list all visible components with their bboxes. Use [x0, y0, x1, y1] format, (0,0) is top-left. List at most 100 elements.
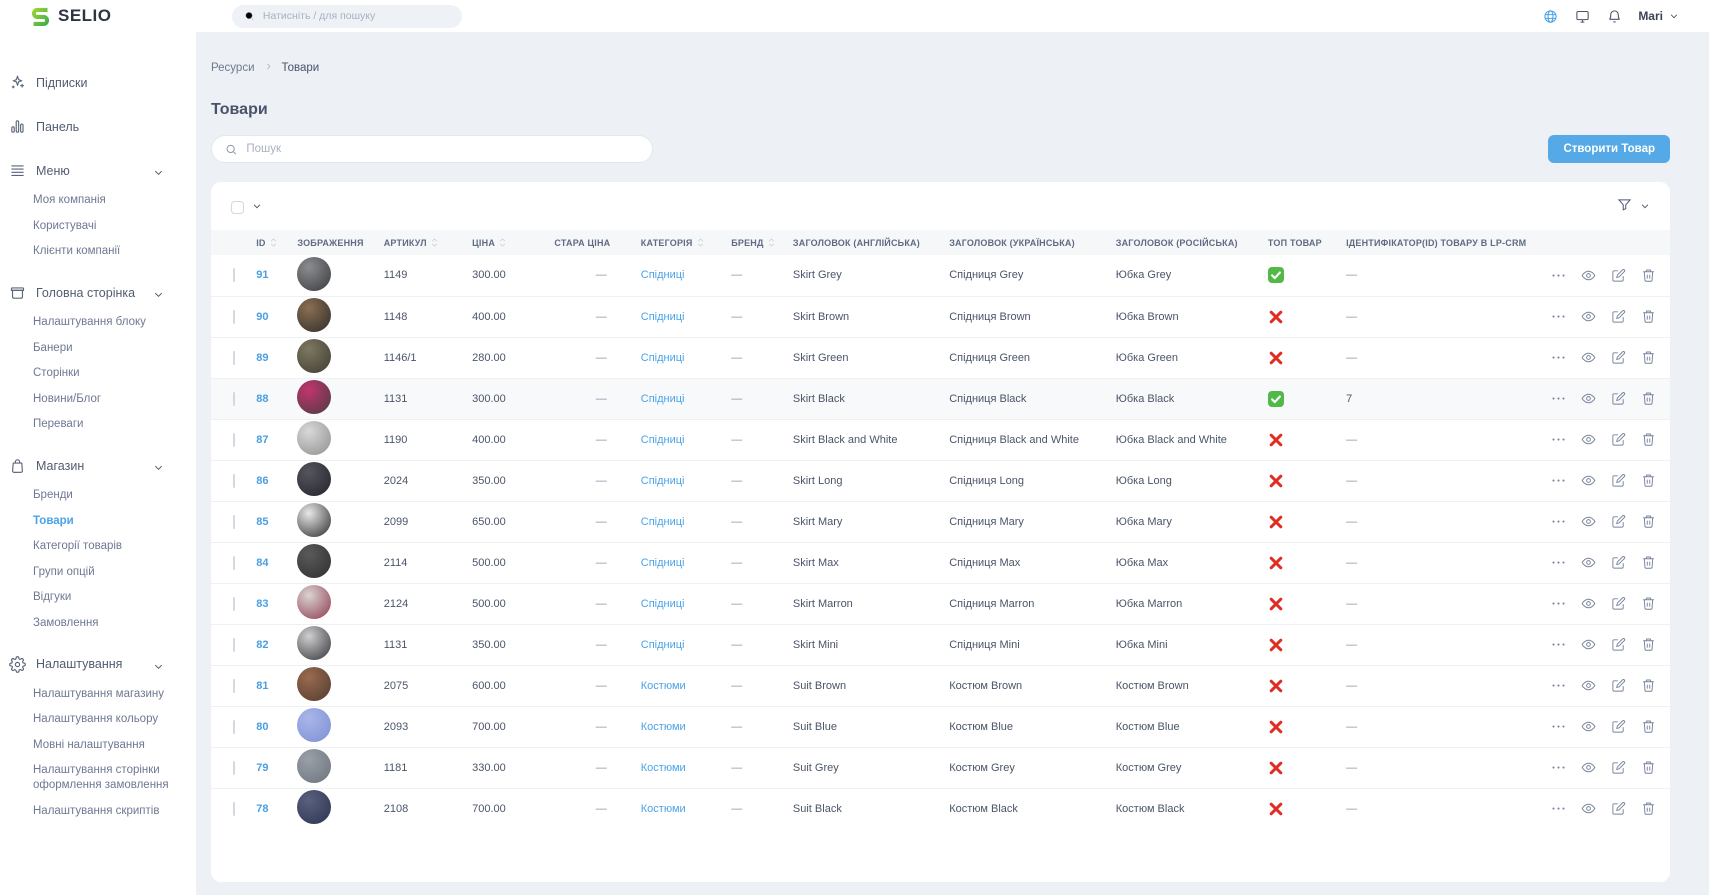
edit-pencil-icon[interactable] — [1610, 760, 1626, 776]
sidebar-subitem-замовлення[interactable]: Замовлення — [33, 616, 176, 631]
more-actions-icon[interactable] — [1550, 637, 1566, 653]
more-actions-icon[interactable] — [1550, 309, 1566, 325]
product-image[interactable] — [297, 585, 331, 619]
sidebar-subitem-товари[interactable]: Товари — [33, 514, 176, 529]
row-checkbox[interactable] — [233, 638, 235, 652]
sidebar-subitem-відгуки[interactable]: Відгуки — [33, 590, 176, 605]
product-category-link[interactable]: Спідниці — [641, 434, 685, 446]
more-actions-icon[interactable] — [1550, 473, 1566, 489]
product-id-link[interactable]: 88 — [256, 393, 268, 405]
filter-funnel-icon[interactable] — [1617, 197, 1632, 217]
sidebar-item-головна-сторінка[interactable]: Головна сторінка — [8, 282, 196, 303]
delete-trash-icon[interactable] — [1640, 514, 1656, 530]
product-id-link[interactable]: 79 — [256, 762, 268, 774]
breadcrumb-resources-link[interactable]: Ресурси — [211, 62, 255, 74]
global-search-input[interactable] — [263, 10, 450, 22]
delete-trash-icon[interactable] — [1640, 473, 1656, 489]
delete-trash-icon[interactable] — [1640, 678, 1656, 694]
product-id-link[interactable]: 87 — [256, 434, 268, 446]
delete-trash-icon[interactable] — [1640, 801, 1656, 817]
product-image[interactable] — [297, 421, 331, 455]
column-header-3[interactable]: АРТИКУЛ — [384, 230, 472, 255]
product-image[interactable] — [297, 339, 331, 373]
delete-trash-icon[interactable] — [1640, 267, 1656, 283]
table-search[interactable] — [211, 135, 653, 163]
product-category-link[interactable]: Спідниці — [641, 269, 685, 281]
view-eye-icon[interactable] — [1580, 678, 1596, 694]
row-checkbox[interactable] — [233, 720, 235, 734]
row-checkbox[interactable] — [233, 761, 235, 775]
product-category-link[interactable]: Спідниці — [641, 598, 685, 610]
product-image[interactable] — [297, 708, 331, 742]
delete-trash-icon[interactable] — [1640, 350, 1656, 366]
edit-pencil-icon[interactable] — [1610, 350, 1626, 366]
sidebar-item-меню[interactable]: Меню — [8, 160, 196, 181]
edit-pencil-icon[interactable] — [1610, 432, 1626, 448]
product-id-link[interactable]: 83 — [256, 598, 268, 610]
product-image[interactable] — [297, 667, 331, 701]
delete-trash-icon[interactable] — [1640, 596, 1656, 612]
product-category-link[interactable]: Спідниці — [641, 393, 685, 405]
sidebar-item-панель[interactable]: Панель — [8, 116, 196, 137]
sidebar-subitem-сторінки[interactable]: Сторінки — [33, 366, 176, 381]
more-actions-icon[interactable] — [1550, 391, 1566, 407]
product-image[interactable] — [297, 626, 331, 660]
more-actions-icon[interactable] — [1550, 596, 1566, 612]
edit-pencil-icon[interactable] — [1610, 391, 1626, 407]
bulk-actions-chevron-icon[interactable] — [252, 198, 262, 216]
more-actions-icon[interactable] — [1550, 801, 1566, 817]
product-category-link[interactable]: Спідниці — [641, 516, 685, 528]
sidebar-subitem-налаштування-магазину[interactable]: Налаштування магазину — [33, 687, 176, 702]
product-image[interactable] — [297, 790, 331, 824]
product-image[interactable] — [297, 462, 331, 496]
product-image[interactable] — [297, 380, 331, 414]
column-header-4[interactable]: ЦІНА — [472, 230, 554, 255]
column-header-1[interactable]: ID — [256, 230, 297, 255]
sidebar-subitem-налаштування-скриптів[interactable]: Налаштування скриптів — [33, 804, 176, 819]
sidebar-subitem-налаштування-сторінки-оформлення-замовлення[interactable]: Налаштування сторінки оформлення замовле… — [33, 763, 176, 793]
view-eye-icon[interactable] — [1580, 801, 1596, 817]
edit-pencil-icon[interactable] — [1610, 473, 1626, 489]
filter-chevron-icon[interactable] — [1640, 198, 1650, 216]
product-category-link[interactable]: Спідниці — [641, 311, 685, 323]
sidebar-subitem-групи-опцій[interactable]: Групи опцій — [33, 565, 176, 580]
view-eye-icon[interactable] — [1580, 267, 1596, 283]
more-actions-icon[interactable] — [1550, 678, 1566, 694]
delete-trash-icon[interactable] — [1640, 432, 1656, 448]
sidebar-subitem-налаштування-блоку[interactable]: Налаштування блоку — [33, 315, 176, 330]
product-id-link[interactable]: 84 — [256, 557, 268, 569]
sidebar-subitem-категорії-товарів[interactable]: Категорії товарів — [33, 539, 176, 554]
row-checkbox[interactable] — [233, 310, 235, 324]
view-eye-icon[interactable] — [1580, 596, 1596, 612]
product-image[interactable] — [297, 503, 331, 537]
user-menu[interactable]: Mari — [1638, 9, 1679, 23]
sidebar-subitem-клієнти-компанії[interactable]: Клієнти компанії — [33, 244, 176, 259]
row-checkbox[interactable] — [233, 556, 235, 570]
product-id-link[interactable]: 86 — [256, 475, 268, 487]
sidebar-subitem-користувачі[interactable]: Користувачі — [33, 219, 176, 234]
sidebar-subitem-мовні-налаштування[interactable]: Мовні налаштування — [33, 738, 176, 753]
product-image[interactable] — [297, 257, 331, 291]
product-id-link[interactable]: 90 — [256, 311, 268, 323]
row-checkbox[interactable] — [233, 802, 235, 816]
view-eye-icon[interactable] — [1580, 555, 1596, 571]
more-actions-icon[interactable] — [1550, 719, 1566, 735]
row-checkbox[interactable] — [233, 679, 235, 693]
delete-trash-icon[interactable] — [1640, 309, 1656, 325]
create-product-button[interactable]: Створити Товар — [1548, 135, 1670, 163]
edit-pencil-icon[interactable] — [1610, 801, 1626, 817]
row-checkbox[interactable] — [233, 433, 235, 447]
product-category-link[interactable]: Костюми — [641, 762, 686, 774]
more-actions-icon[interactable] — [1550, 350, 1566, 366]
edit-pencil-icon[interactable] — [1610, 678, 1626, 694]
product-category-link[interactable]: Спідниці — [641, 557, 685, 569]
edit-pencil-icon[interactable] — [1610, 309, 1626, 325]
delete-trash-icon[interactable] — [1640, 391, 1656, 407]
delete-trash-icon[interactable] — [1640, 760, 1656, 776]
row-checkbox[interactable] — [233, 351, 235, 365]
sidebar-subitem-переваги[interactable]: Переваги — [33, 417, 176, 432]
sidebar-subitem-банери[interactable]: Банери — [33, 341, 176, 356]
view-eye-icon[interactable] — [1580, 719, 1596, 735]
edit-pencil-icon[interactable] — [1610, 514, 1626, 530]
logo[interactable]: SELIO — [0, 6, 196, 27]
